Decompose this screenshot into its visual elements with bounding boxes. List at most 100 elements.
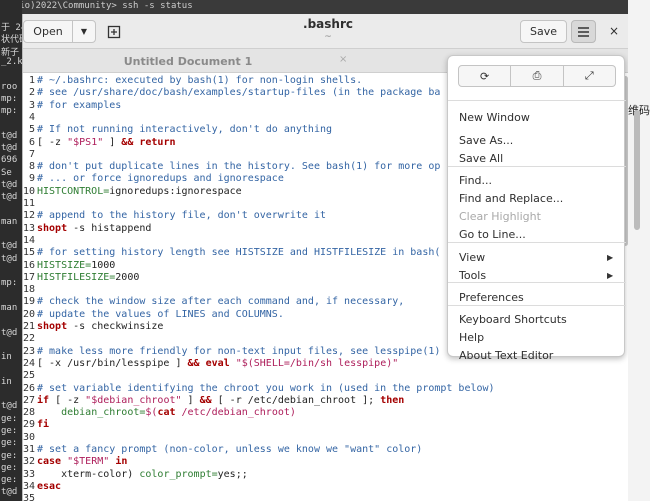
fullscreen-button[interactable]: ⤢	[563, 65, 616, 87]
background-terminal-line: t@d	[1, 487, 18, 498]
reload-button[interactable]: ⟳	[458, 65, 512, 87]
line-number: 20	[23, 308, 36, 320]
code-line: 4	[23, 112, 37, 124]
menu-separator	[448, 305, 626, 306]
line-number: 29	[23, 419, 36, 431]
code-line: 14	[23, 235, 37, 247]
menu-item-new-window[interactable]: New Window	[459, 111, 530, 124]
line-number: 17	[23, 271, 36, 283]
line-number: 33	[23, 468, 36, 480]
new-tab-button[interactable]	[103, 20, 125, 43]
line-number: 15	[23, 247, 36, 259]
menu-item-help[interactable]: Help	[459, 331, 484, 344]
code-token: # ~/.bashrc: executed by bash(1) for non…	[37, 75, 363, 86]
background-window-right: 维码	[628, 0, 650, 501]
menu-separator	[448, 282, 626, 283]
menu-separator	[448, 166, 626, 167]
menu-item-find[interactable]: Find...	[459, 174, 492, 187]
background-terminal-line: in	[1, 352, 12, 363]
line-number: 16	[23, 259, 36, 271]
menu-item-tools[interactable]: Tools	[459, 269, 486, 282]
menu-icon-button-group: ⟳ ⎙ ⤢	[458, 65, 616, 87]
main-menu-button[interactable]	[571, 20, 596, 43]
background-terminal-title: tudio)2022\Community> ssh -s status	[3, 1, 193, 11]
code-line: 12 # append to the history file, don't ov…	[23, 210, 326, 222]
line-number: 31	[23, 444, 36, 455]
code-line: 7	[23, 149, 37, 161]
code-token: [ -z	[37, 136, 68, 148]
line-number: 5	[28, 124, 35, 136]
background-terminal-line: ge:	[1, 425, 18, 436]
background-terminal-line: t@d	[1, 253, 18, 264]
line-number: 10	[23, 185, 36, 197]
menu-item-save-as[interactable]: Save As...	[459, 134, 513, 147]
code-token: # set a fancy prompt (non-color, unless …	[37, 444, 423, 455]
close-window-button[interactable]: ×	[606, 23, 622, 39]
code-token: "$TERM"	[67, 456, 110, 468]
line-number: 7	[28, 148, 35, 160]
code-token: /etc/debian_chroot)	[175, 407, 296, 419]
menu-item-about-text-editor[interactable]: About Text Editor	[459, 349, 553, 362]
header-bar: Open ▼ .bashrc ~ Save ×	[23, 14, 628, 49]
code-token: in	[115, 456, 128, 468]
code-token: ignoredups:ignorespace	[109, 185, 242, 197]
code-token: ]	[103, 136, 122, 148]
line-number: 23	[23, 345, 36, 357]
code-token: HISTSIZE=	[37, 259, 92, 271]
tab-label: Untitled Document 1	[123, 54, 253, 68]
code-line: 9 # ... or force ignoredups and ignorespa…	[23, 173, 284, 185]
code-line: 3 # for examples	[23, 100, 121, 112]
background-terminal-line: in	[1, 376, 12, 387]
print-button[interactable]: ⎙	[511, 65, 564, 87]
code-line: 11	[23, 198, 37, 210]
open-dropdown-button[interactable]: ▼	[72, 20, 96, 43]
code-token: ]	[181, 394, 200, 406]
menu-item-save-all[interactable]: Save All	[459, 152, 503, 165]
save-button[interactable]: Save	[520, 20, 567, 43]
code-token: "$debian_chroot"	[85, 394, 182, 406]
reload-icon: ⟳	[480, 69, 490, 83]
code-token: case	[37, 456, 62, 468]
code-token: HISTCONTROL=	[37, 185, 110, 197]
line-number: 12	[23, 210, 36, 222]
menu-item-go-to-line[interactable]: Go to Line...	[459, 228, 526, 241]
code-token: xterm-color)	[37, 468, 140, 480]
line-number: 24	[23, 357, 36, 369]
background-terminal-line: t@d	[1, 401, 18, 412]
background-terminal-line: Se	[1, 167, 12, 178]
tab-close-icon[interactable]: ×	[339, 54, 347, 65]
menu-item-keyboard-shortcuts[interactable]: Keyboard Shortcuts	[459, 313, 567, 326]
code-token: # set variable identifying the chroot yo…	[37, 382, 495, 394]
line-number: 25	[23, 370, 36, 382]
background-terminal-line: ge:	[1, 462, 18, 473]
code-line: 18	[23, 284, 37, 296]
code-line: 6[ -z "$PS1" ] && return	[23, 136, 176, 149]
tab-untitled-document-1[interactable]: Untitled Document 1	[23, 49, 353, 73]
menu-item-view[interactable]: View	[459, 251, 485, 264]
line-number: 22	[23, 333, 36, 345]
code-token: && return	[121, 136, 176, 148]
line-number: 27	[23, 394, 36, 406]
menu-item-preferences[interactable]: Preferences	[459, 291, 524, 304]
hamburger-icon	[578, 26, 589, 37]
menu-separator	[448, 242, 626, 243]
background-terminal-line: roo	[1, 81, 18, 92]
code-token: $(	[145, 407, 158, 419]
background-terminal-line: 新子	[1, 47, 20, 58]
background-terminal-line: t@d	[1, 143, 18, 153]
code-line: 32 case "$TERM" in	[23, 456, 127, 468]
code-token: # don't put duplicate lines in the histo…	[37, 161, 441, 173]
line-number: 6	[28, 136, 35, 148]
window-title: .bashrc	[303, 17, 353, 31]
code-line: 10 HISTCONTROL=ignoredups:ignorespace	[23, 186, 242, 198]
code-token: 1000	[91, 259, 116, 271]
menu-item-find-and-replace[interactable]: Find and Replace...	[459, 192, 563, 205]
line-number: 2	[28, 87, 35, 99]
background-terminal-line: mp:	[1, 106, 18, 117]
code-token: # update the values of LINES and COLUMNS…	[37, 308, 284, 320]
menu-separator	[448, 100, 626, 101]
code-line: 35	[23, 493, 37, 501]
code-token: if	[37, 394, 50, 406]
open-button[interactable]: Open	[23, 20, 73, 43]
code-token: color_prompt=	[139, 468, 218, 480]
